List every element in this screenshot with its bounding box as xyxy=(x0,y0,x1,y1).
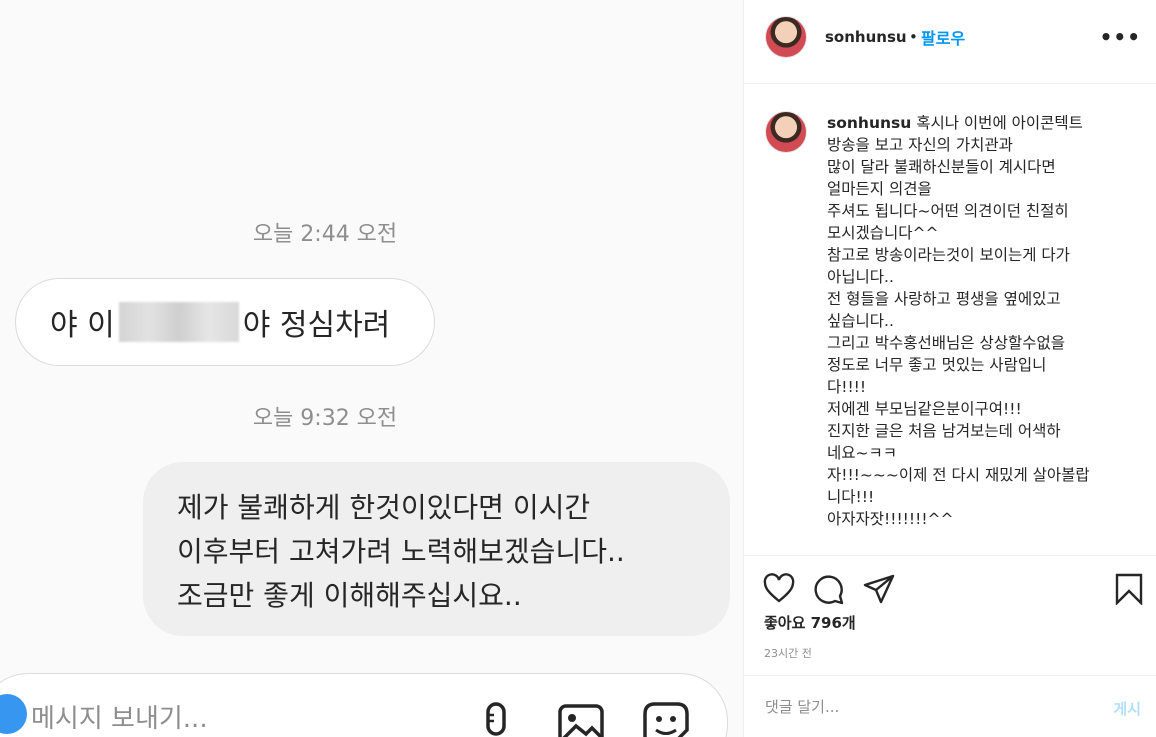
avatar[interactable] xyxy=(765,111,807,153)
caption-line: 혹시나 이번에 아이콘텍트 xyxy=(916,114,1083,132)
caption-line: 다!!!! xyxy=(827,378,867,396)
message-line: 제가 불쾌하게 한것이있다면 이시간 xyxy=(177,491,591,524)
share-icon[interactable] xyxy=(863,573,895,605)
timestamp: 오늘 2:44 오전 xyxy=(252,222,398,247)
caption-text: sonhunsu 혹시나 이번에 아이콘텍트 방송을 보고 자신의 가치관과 많… xyxy=(827,112,1142,530)
comment-box: 게시 xyxy=(744,675,1156,737)
post-actions: 좋아요 796개 23시간 전 xyxy=(744,555,1156,675)
caption-line: 주셔도 됩니다~어떤 의견이던 친절히 xyxy=(827,202,1069,220)
caption-line: 정도로 너무 좋고 멋있는 사람입니 xyxy=(827,356,1047,374)
heart-icon[interactable] xyxy=(763,573,795,605)
more-options-icon[interactable]: ••• xyxy=(1100,25,1141,49)
message-text-start: 야 이 xyxy=(50,308,115,343)
comment-icon[interactable] xyxy=(813,573,845,605)
caption-line: 모시겠습니다^^ xyxy=(827,224,939,242)
sticker-icon[interactable] xyxy=(641,700,691,737)
username-link[interactable]: sonhunsu xyxy=(825,28,907,46)
post-comment-button[interactable]: 게시 xyxy=(1113,698,1141,719)
caption-line: 많이 달라 불쾌하신분들이 계시다면 xyxy=(827,158,1056,176)
message-composer xyxy=(0,673,728,737)
caption-line: 방송을 보고 자신의 가치관과 xyxy=(827,136,1013,154)
caption-line: 아닙니다.. xyxy=(827,268,894,286)
post-time[interactable]: 23시간 전 xyxy=(764,645,812,661)
message-line: 이후부터 고쳐가려 노력해보겠습니다.. xyxy=(177,535,625,568)
separator-dot: • xyxy=(909,28,918,46)
caption-line: 아자자잣!!!!!!!^^ xyxy=(827,510,954,528)
incoming-message-bubble: 야 이 야 정심차려 xyxy=(15,278,435,366)
caption-line: 참고로 방송이라는것이 보이는게 다가 xyxy=(827,246,1070,264)
message-text-end: 야 정심차려 xyxy=(242,308,391,343)
follow-button[interactable]: 팔로우 xyxy=(921,25,965,49)
caption-line: 네요~ㅋㅋ xyxy=(827,444,898,462)
post-header: sonhunsu • 팔로우 ••• xyxy=(744,0,1156,84)
caption-line: 진지한 글은 처음 남겨보는데 어색하 xyxy=(827,422,1061,440)
avatar[interactable] xyxy=(765,16,807,58)
caption-line: 얼마든지 의견을 xyxy=(827,180,932,198)
likes-count[interactable]: 좋아요 796개 xyxy=(764,612,856,633)
caption-line: 싶습니다.. xyxy=(827,312,894,330)
message-input[interactable] xyxy=(31,704,431,734)
caption-line: 그리고 박수홍선배님은 상상할수없을 xyxy=(827,334,1066,352)
caption-line: 전 형들을 사랑하고 평생을 옆에있고 xyxy=(827,290,1061,308)
timestamp: 오늘 9:32 오전 xyxy=(252,406,398,431)
comment-input[interactable] xyxy=(765,698,1065,716)
message-line: 조금만 좋게 이해해주십시요.. xyxy=(177,579,522,612)
caption-line: 자!!!~~~이제 전 다시 재밌게 살아볼랍 xyxy=(827,466,1090,484)
bookmark-icon[interactable] xyxy=(1113,573,1145,605)
blurred-censored-word xyxy=(118,302,239,342)
dm-chat-screenshot: 오늘 2:44 오전 야 이 야 정심차려 오늘 9:32 오전 제가 불쾌하게… xyxy=(0,0,743,737)
caption-username[interactable]: sonhunsu xyxy=(827,114,911,132)
caption-line: 저에겐 부모님같은분이구여!!! xyxy=(827,400,1022,418)
post-panel: sonhunsu • 팔로우 ••• sonhunsu 혹시나 이번에 아이콘텍… xyxy=(743,0,1156,737)
microphone-icon[interactable] xyxy=(471,700,521,737)
caption-line: 니다!!! xyxy=(827,488,875,506)
outgoing-message-bubble: 제가 불쾌하게 한것이있다면 이시간 이후부터 고쳐가려 노력해보겠습니다.. … xyxy=(143,462,730,636)
image-icon[interactable] xyxy=(556,700,606,737)
camera-icon[interactable] xyxy=(0,694,27,734)
